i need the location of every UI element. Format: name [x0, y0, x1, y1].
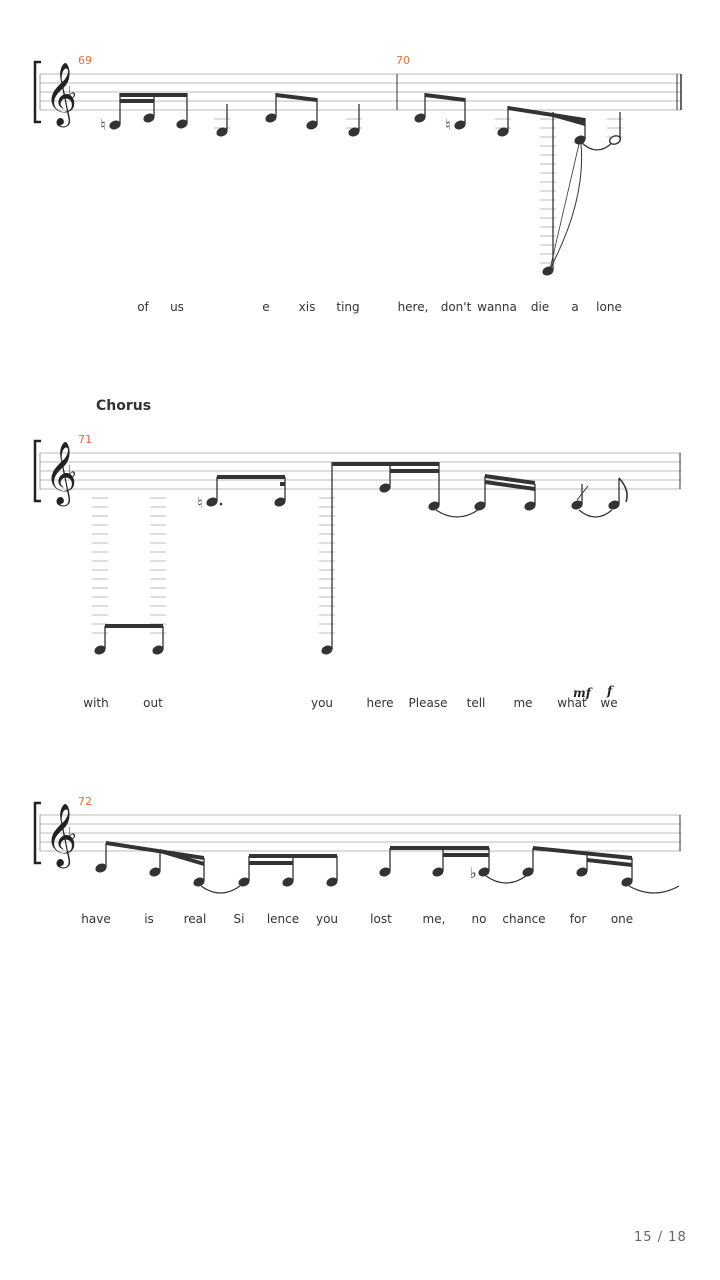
lyric-syllable: ting — [336, 300, 360, 314]
dot — [219, 502, 223, 506]
lyric-syllable: have — [81, 912, 111, 926]
page-indicator: 15 / 18 — [634, 1230, 687, 1245]
lyric-syllable: chance — [502, 912, 546, 926]
measure-number: 71 — [78, 433, 92, 446]
lyric-syllable: of — [137, 300, 149, 314]
natural-icon: ♮ — [197, 494, 202, 512]
lyric-syllable: you — [315, 912, 339, 926]
measure-number: 70 — [396, 54, 410, 67]
beam — [120, 93, 187, 97]
lyric-syllable: for — [569, 912, 587, 926]
note-flag — [618, 477, 628, 503]
beam — [249, 861, 293, 865]
lyric-syllable: don't — [440, 300, 472, 314]
lyric-syllable: with — [83, 696, 109, 710]
tie — [628, 885, 680, 894]
measure-number: 72 — [78, 795, 92, 808]
tie — [200, 885, 241, 894]
lyric-syllable: what — [557, 696, 587, 710]
tie — [435, 509, 479, 518]
lyric-syllable: you — [310, 696, 334, 710]
section-label: Chorus — [96, 398, 152, 414]
lyric-syllable: lence — [266, 912, 300, 926]
beam — [390, 469, 439, 473]
flat-key-signature-icon: ♭ — [68, 462, 77, 483]
beam — [533, 846, 632, 860]
natural-icon: ♮ — [445, 116, 450, 134]
beam — [280, 482, 285, 486]
lyric-syllable: Please — [408, 696, 448, 710]
measure-number: 69 — [78, 54, 92, 67]
beam — [105, 624, 163, 628]
lyric-syllable: lost — [370, 912, 392, 926]
lyric-syllable: xis — [298, 300, 316, 314]
beam — [390, 846, 489, 850]
lyric-syllable: wanna — [477, 300, 517, 314]
tie — [578, 509, 613, 518]
tie — [581, 142, 613, 151]
lyric-syllable: Si — [233, 912, 245, 926]
beam — [443, 853, 489, 857]
flat-key-signature-icon: ♭ — [68, 83, 77, 104]
lyric-syllable: me, — [422, 912, 446, 926]
lyric-syllable: a — [571, 300, 579, 314]
lyric-syllable: me — [513, 696, 533, 710]
beam — [332, 462, 439, 466]
flat-icon: ♭ — [469, 864, 476, 882]
score-canvas: 𝄞♭♮ ♮𝄞♭♮𝄞♭♭ — [33, 60, 682, 894]
lyric-syllable: die — [530, 300, 550, 314]
lyric-syllable: e — [262, 300, 270, 314]
lyric-syllable: is — [144, 912, 154, 926]
beam — [249, 854, 337, 858]
beam — [217, 475, 285, 479]
lyric-syllable: no — [471, 912, 487, 926]
lyric-syllable: we — [600, 696, 618, 710]
beam — [587, 858, 632, 867]
lyric-syllable: here — [366, 696, 394, 710]
lyric-syllable: us — [170, 300, 184, 314]
lyric-syllable: out — [143, 696, 163, 710]
flat-key-signature-icon: ♭ — [68, 824, 77, 845]
beam — [120, 99, 154, 103]
lyric-syllable: one — [610, 912, 634, 926]
lyric-syllable: lone — [596, 300, 622, 314]
tie — [485, 875, 527, 884]
lyric-syllable: tell — [466, 696, 486, 710]
natural-icon: ♮ — [100, 116, 105, 134]
lyric-syllable: here, — [397, 300, 429, 314]
lyric-syllable: real — [183, 912, 207, 926]
